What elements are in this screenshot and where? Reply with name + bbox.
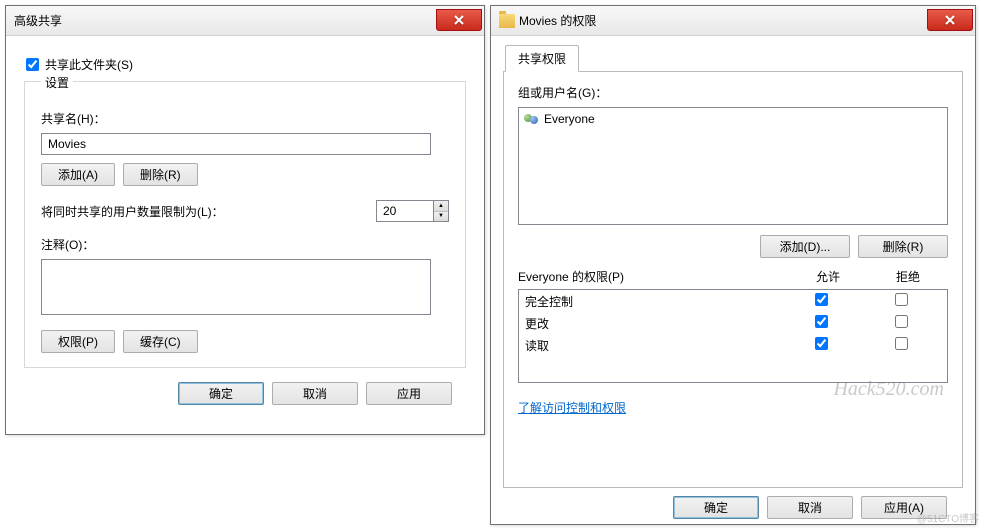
user-limit-input[interactable]	[376, 200, 434, 222]
permissions-dialog: Movies 的权限 共享权限 组或用户名(G)： Everyone 添加(D)…	[490, 5, 976, 525]
apply-button[interactable]: 应用(A)	[861, 496, 947, 519]
share-name-label: 共享名(H)：	[41, 110, 449, 127]
spin-up-button[interactable]: ▲	[434, 201, 448, 212]
add-button[interactable]: 添加(A)	[41, 163, 115, 186]
allow-checkbox[interactable]	[815, 315, 828, 328]
close-button[interactable]	[436, 9, 482, 31]
perm-row: 完全控制	[519, 290, 947, 312]
folder-icon	[499, 14, 515, 28]
ok-button[interactable]: 确定	[673, 496, 759, 519]
spin-down-button[interactable]: ▼	[434, 212, 448, 222]
users-icon	[524, 112, 540, 126]
share-name-input[interactable]	[41, 133, 431, 155]
allow-checkbox[interactable]	[815, 293, 828, 306]
permissions-header: Everyone 的权限(P) 允许 拒绝	[518, 268, 948, 285]
perm-name: 完全控制	[525, 293, 781, 310]
titlebar: Movies 的权限	[491, 6, 975, 36]
tab-strip: 共享权限	[503, 44, 963, 72]
close-icon	[454, 15, 464, 25]
comment-textarea[interactable]	[41, 259, 431, 315]
user-limit-label: 将同时共享的用户数量限制为(L)：	[41, 203, 224, 220]
perm-row: 更改	[519, 312, 947, 334]
advanced-sharing-dialog: 高级共享 共享此文件夹(S) 设置 共享名(H)： 添加(A) 删除(R) 将同…	[5, 5, 485, 435]
cache-button[interactable]: 缓存(C)	[123, 330, 198, 353]
cancel-button[interactable]: 取消	[272, 382, 358, 405]
remove-button[interactable]: 删除(R)	[123, 163, 198, 186]
user-limit-spinner: ▲ ▼	[434, 200, 449, 222]
deny-checkbox[interactable]	[895, 293, 908, 306]
settings-legend: 设置	[41, 74, 73, 91]
group-user-label: 组或用户名(G)：	[518, 84, 948, 101]
principal-name: Everyone	[544, 112, 595, 126]
share-folder-checkbox-row[interactable]: 共享此文件夹(S)	[26, 56, 468, 73]
perm-name: 更改	[525, 315, 781, 332]
close-icon	[945, 15, 955, 25]
add-principal-button[interactable]: 添加(D)...	[760, 235, 850, 258]
dialog-title: Movies 的权限	[499, 12, 596, 29]
allow-checkbox[interactable]	[815, 337, 828, 350]
share-folder-label: 共享此文件夹(S)	[45, 56, 133, 73]
titlebar: 高级共享	[6, 6, 484, 36]
tab-panel: 组或用户名(G)： Everyone 添加(D)... 删除(R) Everyo…	[503, 72, 963, 488]
learn-more-link[interactable]: 了解访问控制和权限	[518, 399, 626, 416]
comment-label: 注释(O)：	[41, 236, 449, 253]
perm-row: 读取	[519, 334, 947, 356]
settings-fieldset: 设置 共享名(H)： 添加(A) 删除(R) 将同时共享的用户数量限制为(L)：…	[24, 81, 466, 368]
principals-listbox[interactable]: Everyone	[518, 107, 948, 225]
close-button[interactable]	[927, 9, 973, 31]
share-folder-checkbox[interactable]	[26, 58, 39, 71]
permissions-list: 完全控制 更改 读取	[518, 289, 948, 383]
deny-column-label: 拒绝	[868, 268, 948, 285]
ok-button[interactable]: 确定	[178, 382, 264, 405]
list-item[interactable]: Everyone	[522, 111, 944, 127]
permissions-for-label: Everyone 的权限(P)	[518, 268, 788, 285]
deny-checkbox[interactable]	[895, 315, 908, 328]
allow-column-label: 允许	[788, 268, 868, 285]
tab-share-permissions[interactable]: 共享权限	[505, 45, 579, 72]
dialog-title-text: Movies 的权限	[519, 12, 596, 29]
permissions-button[interactable]: 权限(P)	[41, 330, 115, 353]
perm-name: 读取	[525, 337, 781, 354]
apply-button[interactable]: 应用	[366, 382, 452, 405]
deny-checkbox[interactable]	[895, 337, 908, 350]
remove-principal-button[interactable]: 删除(R)	[858, 235, 948, 258]
cancel-button[interactable]: 取消	[767, 496, 853, 519]
dialog-title: 高级共享	[14, 12, 62, 29]
